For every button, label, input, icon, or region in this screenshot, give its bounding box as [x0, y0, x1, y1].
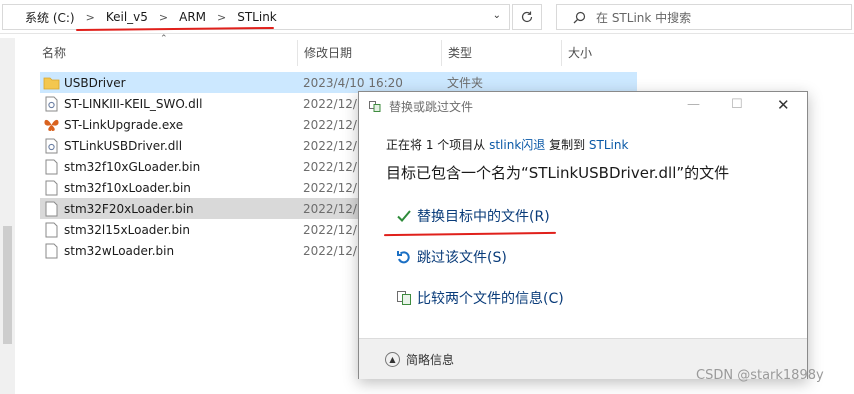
breadcrumb-chevron-icon[interactable]: >: [159, 11, 168, 24]
file-name: stm32f10xGLoader.bin: [64, 159, 201, 174]
fewer-details-toggle[interactable]: ▲ 简略信息: [385, 351, 454, 368]
breadcrumb-chevron-icon[interactable]: >: [86, 11, 95, 24]
file-date: 2022/12/1: [303, 243, 365, 258]
column-name[interactable]: 名称: [36, 40, 298, 66]
dialog-title: 替换或跳过文件: [389, 100, 474, 114]
compare-files-option[interactable]: 比较两个文件的信息(C): [395, 288, 564, 308]
breadcrumb-chevron-icon[interactable]: >: [217, 11, 226, 24]
skip-arrow-icon: [395, 248, 413, 266]
dll-file-icon: [43, 137, 60, 154]
breadcrumb-keil[interactable]: Keil_v5: [106, 10, 148, 24]
file-name: stm32F20xLoader.bin: [64, 201, 194, 216]
breadcrumb-stlink[interactable]: STLink: [237, 10, 277, 24]
column-type[interactable]: 类型: [442, 40, 562, 66]
copy-files-icon: [369, 100, 381, 112]
breadcrumb-drive[interactable]: 系统 (C:): [25, 9, 75, 26]
skip-file-label: 跳过该文件(S): [417, 250, 507, 266]
file-name: ST-LinkUpgrade.exe: [64, 117, 184, 132]
file-date: 2022/12/1: [303, 138, 365, 153]
file-row-selected[interactable]: stm32F20xLoader.bin 2022/12/1: [40, 198, 365, 219]
search-icon: [573, 11, 586, 23]
skip-file-option[interactable]: 跳过该文件(S): [395, 247, 507, 267]
column-date[interactable]: 修改日期: [298, 40, 442, 66]
dialog-titlebar: 替换或跳过文件: [369, 98, 473, 115]
close-icon[interactable]: ✕: [777, 96, 790, 114]
search-placeholder: 在 STLink 中搜索: [596, 10, 692, 25]
file-date: 2023/4/10 16:20: [303, 75, 403, 90]
file-date: 2022/12/1: [303, 180, 365, 195]
scrollbar-thumb[interactable]: [3, 226, 12, 344]
file-name: USBDriver: [64, 75, 126, 90]
compare-files-label: 比较两个文件的信息(C): [417, 291, 564, 307]
refresh-button[interactable]: [512, 4, 542, 30]
breadcrumb-arm[interactable]: ARM: [179, 10, 206, 24]
chevron-up-icon: ▲: [385, 352, 400, 367]
compare-files-icon: [395, 289, 413, 307]
file-date: 2022/12/1: [303, 117, 365, 132]
file-date: 2022/12/1: [303, 159, 365, 174]
file-icon: [43, 179, 60, 196]
history-dropdown-icon[interactable]: ⌄: [493, 10, 501, 21]
file-icon: [43, 200, 60, 217]
replace-file-label: 替换目标中的文件(R): [417, 209, 550, 225]
watermark: CSDN @stark1898y: [696, 368, 824, 383]
column-size[interactable]: 大小: [562, 40, 622, 66]
column-headers: ⌃ 名称 修改日期 类型 大小: [36, 34, 596, 66]
file-date: 2022/12/1: [303, 201, 365, 216]
dll-file-icon: [43, 95, 60, 112]
file-row[interactable]: USBDriver 2023/4/10 16:20 文件夹: [40, 72, 637, 93]
conflict-message: 目标已包含一个名为“STLinkUSBDriver.dll”的文件: [386, 164, 730, 182]
nav-pane-scrollbar[interactable]: [0, 38, 15, 394]
file-name: stm32wLoader.bin: [64, 243, 175, 258]
copy-prefix: 正在将 1 个项目从: [386, 138, 490, 152]
file-name: stm32l15xLoader.bin: [64, 222, 190, 237]
folder-icon: [43, 74, 60, 91]
source-folder-link[interactable]: stlink闪退: [489, 138, 545, 152]
file-icon: [43, 158, 60, 175]
file-name: ST-LINKIII-KEIL_SWO.dll: [64, 96, 203, 111]
fewer-details-label: 简略信息: [406, 353, 455, 367]
minimize-icon[interactable]: —: [687, 97, 700, 112]
copy-mid: 复制到: [545, 138, 589, 152]
refresh-icon: [521, 11, 533, 23]
copy-progress-text: 正在将 1 个项目从 stlink闪退 复制到 STLink: [386, 136, 628, 153]
file-icon: [43, 242, 60, 259]
check-icon: [395, 207, 413, 225]
file-icon: [43, 221, 60, 238]
search-box[interactable]: 在 STLink 中搜索: [556, 4, 852, 30]
file-name: stm32f10xLoader.bin: [64, 180, 191, 195]
replace-file-option[interactable]: 替换目标中的文件(R): [395, 206, 550, 226]
file-name: STLinkUSBDriver.dll: [64, 138, 183, 153]
file-date: 2022/12/1: [303, 222, 365, 237]
file-type: 文件夹: [447, 76, 484, 90]
maximize-icon[interactable]: ☐: [731, 97, 743, 112]
destination-folder-link[interactable]: STLink: [589, 138, 629, 152]
file-date: 2022/12/1: [303, 96, 365, 111]
butterfly-app-icon: [43, 116, 60, 133]
address-bar[interactable]: 系统 (C:) > Keil_v5 > ARM > STLink ⌄: [2, 4, 510, 30]
